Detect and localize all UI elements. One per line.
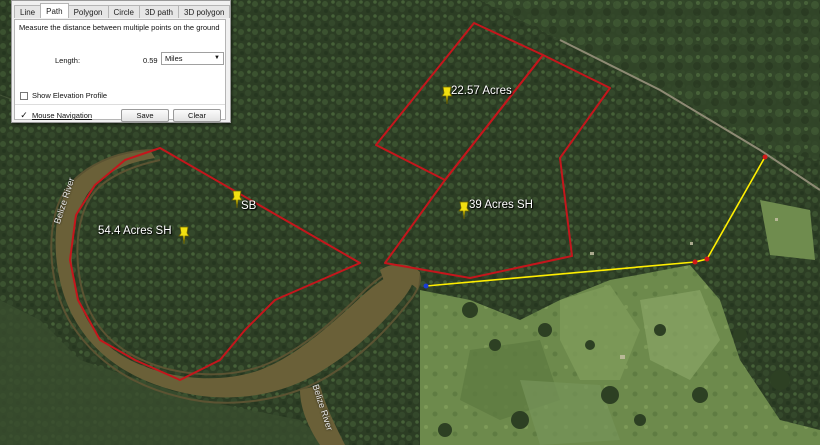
show-elevation-label: Show Elevation Profile	[32, 91, 108, 100]
tab-line[interactable]: Line	[14, 5, 42, 18]
placemark-label-sb[interactable]: SB	[241, 200, 256, 212]
ruler-panel: Measure the distance between multiple po…	[14, 19, 226, 122]
tab-circle[interactable]: Circle	[107, 5, 140, 18]
tab-3d-polygon[interactable]: 3D polygon	[178, 5, 231, 18]
ruler-description: Measure the distance between multiple po…	[19, 23, 220, 32]
divider	[15, 104, 225, 105]
tab-polygon[interactable]: Polygon	[67, 5, 109, 18]
show-elevation-checkbox[interactable]	[20, 91, 28, 100]
placemark-pin-icon[interactable]	[177, 225, 191, 245]
clear-button[interactable]: Clear	[173, 109, 221, 122]
ruler-tabs: Line Path Polygon Circle 3D path 3D poly…	[14, 3, 231, 19]
length-value: 0.59	[143, 56, 158, 65]
tab-3d-path[interactable]: 3D path	[138, 5, 179, 18]
mouse-navigation-checkbox[interactable]: ✓	[20, 110, 28, 120]
unit-select-value: Miles	[165, 54, 183, 63]
chevron-down-icon: ▼	[214, 55, 220, 61]
placemark-label-39-acres[interactable]: 39 Acres SH	[469, 199, 533, 211]
save-button[interactable]: Save	[121, 109, 169, 122]
placemark-label-54-acres[interactable]: 54.4 Acres SH	[98, 225, 172, 237]
tab-path[interactable]: Path	[40, 3, 69, 18]
length-label: Length:	[55, 56, 81, 65]
show-elevation-row[interactable]: Show Elevation Profile	[20, 91, 107, 100]
ruler-dialog: Line Path Polygon Circle 3D path 3D poly…	[11, 0, 231, 123]
placemark-label-22-acres[interactable]: 22.57 Acres	[451, 85, 512, 97]
unit-select[interactable]: Miles ▼	[161, 52, 224, 65]
mouse-navigation-label: Mouse Navigation	[32, 111, 93, 120]
mouse-navigation-row[interactable]: ✓ Mouse Navigation	[20, 110, 93, 120]
